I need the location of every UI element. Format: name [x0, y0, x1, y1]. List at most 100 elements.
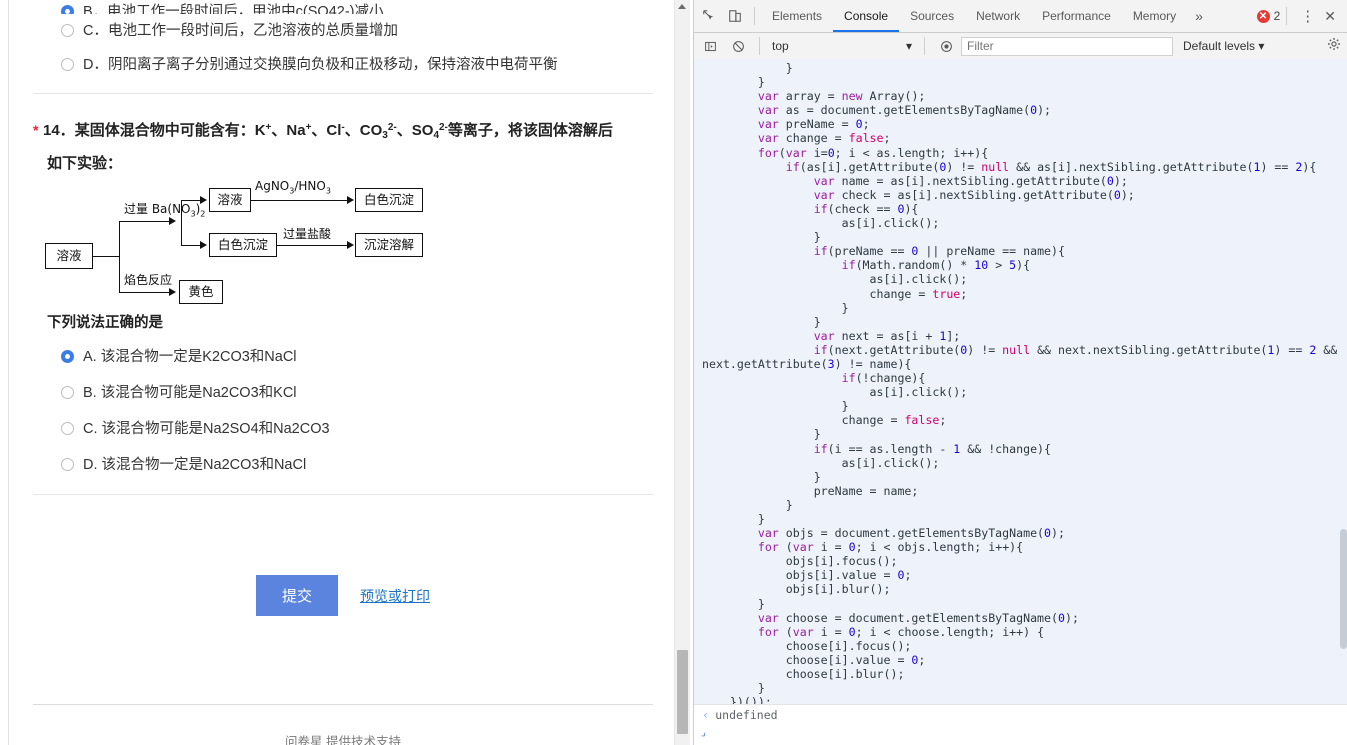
experiment-flowchart: 溶液 过量 Ba(NO3)2 溶液 AgNO3/HNO3 白色沉淀 白色沉淀 过… [41, 179, 441, 304]
submit-button[interactable]: 提交 [255, 575, 338, 616]
flow-line [181, 200, 201, 201]
prompt-arrow-icon: › [698, 728, 710, 741]
flow-line [119, 221, 120, 293]
flow-label-bano3: 过量 Ba(NO3)2 [124, 202, 206, 219]
submit-area: 提交 预览或打印 [33, 495, 653, 616]
question-14-stem: * 14．某固体混合物中可能含有：K+、Na+、Cl-、CO32-、SO42-等离… [33, 114, 653, 150]
flow-line [93, 256, 119, 257]
option-row-c[interactable]: C. 该混合物可能是Na2SO4和Na2CO3 [33, 411, 653, 447]
flow-arrow [200, 196, 207, 204]
option-label: D. 该混合物一定是Na2CO3和NaCl [83, 457, 307, 473]
radio-icon[interactable] [61, 24, 74, 37]
flow-node-precipitate-dissolved: 沉淀溶解 [355, 233, 423, 257]
tab-memory[interactable]: Memory [1122, 1, 1187, 32]
flow-node-white-precipitate-mid: 白色沉淀 [209, 233, 277, 257]
option-row[interactable]: C．电池工作一段时间后，乙池溶液的总质量增加 [33, 14, 653, 48]
flow-label-agno3: AgNO3/HNO3 [255, 179, 331, 196]
devtools-tabs: Elements Console Sources Network Perform… [761, 0, 1211, 32]
question-14-stem-line2: 如下实验： [47, 155, 123, 172]
toolbar-right-group: ✕ 2 ⋮ ✕ [1256, 7, 1346, 25]
radio-icon[interactable] [61, 350, 74, 363]
devtools-menu-icon[interactable]: ⋮ [1293, 7, 1322, 25]
flow-arrow [200, 241, 207, 249]
flow-node-yellow: 黄色 [179, 280, 223, 304]
device-toolbar-icon[interactable] [722, 3, 748, 29]
radio-icon[interactable] [61, 422, 74, 435]
devtools-panel: Elements Console Sources Network Perform… [693, 0, 1347, 745]
console-result-value: undefined [715, 707, 778, 722]
console-input-row[interactable]: › [694, 724, 1347, 745]
filterbar-separator [759, 37, 760, 55]
option-label: C. 该混合物可能是Na2SO4和Na2CO3 [83, 421, 330, 437]
flow-line [181, 245, 201, 246]
console-output[interactable]: } } var array = new Array(); var as = do… [694, 59, 1347, 705]
return-value-icon: ‹ [702, 707, 710, 722]
flow-node-white-precipitate-top: 白色沉淀 [355, 188, 423, 212]
execution-context-value: top [772, 39, 789, 53]
option-label: C．电池工作一段时间后，乙池溶液的总质量增加 [83, 23, 398, 39]
inspect-element-icon[interactable] [696, 3, 722, 29]
tab-performance[interactable]: Performance [1031, 1, 1122, 32]
toolbar-separator [754, 7, 755, 25]
console-scrollbar-thumb[interactable] [1340, 529, 1347, 649]
tab-network[interactable]: Network [965, 1, 1031, 32]
option-label: B. 该混合物可能是Na2CO3和KCl [83, 385, 297, 401]
console-scrollbar[interactable] [1339, 59, 1347, 705]
console-filter-bar: top ▾ Default levels ▾ [694, 33, 1347, 60]
log-levels-dropdown[interactable]: Default levels ▾ [1175, 39, 1272, 53]
page-scrollbar[interactable] [674, 0, 690, 745]
scroll-up-arrow-icon[interactable] [678, 4, 686, 9]
browser-window: B．电池工作一段时间后，甲池中c(SO42-)减小 C．电池工作一段时间后，乙池… [0, 0, 1347, 745]
page-scrollbar-thumb[interactable] [677, 650, 688, 734]
flow-arrow [347, 196, 354, 204]
radio-icon[interactable] [61, 458, 74, 471]
console-filter-input[interactable] [961, 36, 1173, 56]
footer-text: 问卷星 提供技术支持 [285, 735, 401, 745]
required-mark: * [33, 122, 39, 138]
radio-icon[interactable] [61, 386, 74, 399]
gear-icon[interactable] [1327, 37, 1345, 56]
survey-card: B．电池工作一段时间后，甲池中c(SO42-)减小 C．电池工作一段时间后，乙池… [8, 0, 678, 745]
filterbar-separator [924, 37, 925, 55]
flow-line [181, 200, 182, 245]
flow-label-hcl: 过量盐酸 [283, 227, 332, 241]
question-14: * 14．某固体混合物中可能含有：K+、Na+、Cl-、CO32-、SO42-等离… [33, 94, 653, 495]
live-expression-icon[interactable] [933, 33, 959, 59]
option-row-a[interactable]: A. 该混合物一定是K2CO3和NaCl [33, 339, 653, 375]
option-row-b[interactable]: B. 该混合物可能是Na2CO3和KCl [33, 375, 653, 411]
option-row[interactable]: B．电池工作一段时间后，甲池中c(SO42-)减小 [33, 0, 653, 14]
console-sidebar-icon[interactable] [697, 33, 723, 59]
survey-page-pane: B．电池工作一段时间后，甲池中c(SO42-)减小 C．电池工作一段时间后，乙池… [0, 0, 693, 745]
console-result-row: ‹ undefined [694, 704, 1347, 724]
preview-print-link[interactable]: 预览或打印 [360, 586, 430, 606]
radio-icon[interactable] [61, 58, 74, 71]
flow-node-solution: 溶液 [209, 188, 251, 212]
flow-line [119, 292, 171, 293]
option-label: D．阴阳离子离子分别通过交换膜向负极和正极移动，保持溶液中电荷平衡 [83, 57, 558, 73]
flow-label-flame-test: 焰色反应 [124, 273, 173, 287]
log-levels-label: Default levels [1183, 39, 1256, 53]
question-14-options: A. 该混合物一定是K2CO3和NaCl B. 该混合物可能是Na2CO3和KC… [33, 336, 653, 483]
option-label: B．电池工作一段时间后，甲池中c(SO42-)减小 [83, 4, 384, 14]
tab-console[interactable]: Console [833, 1, 900, 32]
flow-line [251, 200, 349, 201]
execution-context-select[interactable]: top ▾ [768, 37, 916, 56]
radio-icon[interactable] [61, 5, 74, 14]
tab-sources[interactable]: Sources [899, 1, 965, 32]
close-icon[interactable]: ✕ [1322, 8, 1342, 25]
question-14-sub-prompt: 下列说法正确的是 [47, 315, 163, 331]
toolbar-separator [1286, 7, 1288, 25]
chevron-down-icon: ▾ [905, 39, 912, 53]
tab-elements[interactable]: Elements [761, 1, 833, 32]
error-icon: ✕ [1256, 9, 1270, 23]
console-code-block: } } var array = new Array(); var as = do… [702, 61, 1345, 705]
option-row[interactable]: D．阴阳离子离子分别通过交换膜向负极和正极移动，保持溶液中电荷平衡 [33, 48, 653, 82]
flow-arrow [169, 288, 176, 296]
clear-console-icon[interactable] [725, 33, 751, 59]
flow-node-start: 溶液 [45, 243, 93, 269]
more-tabs-icon[interactable]: » [1187, 8, 1211, 24]
chevron-down-icon: ▾ [1258, 39, 1265, 53]
error-count-badge[interactable]: ✕ 2 [1256, 9, 1280, 23]
option-row-d[interactable]: D. 该混合物一定是Na2CO3和NaCl [33, 447, 653, 483]
flow-line [119, 221, 171, 222]
